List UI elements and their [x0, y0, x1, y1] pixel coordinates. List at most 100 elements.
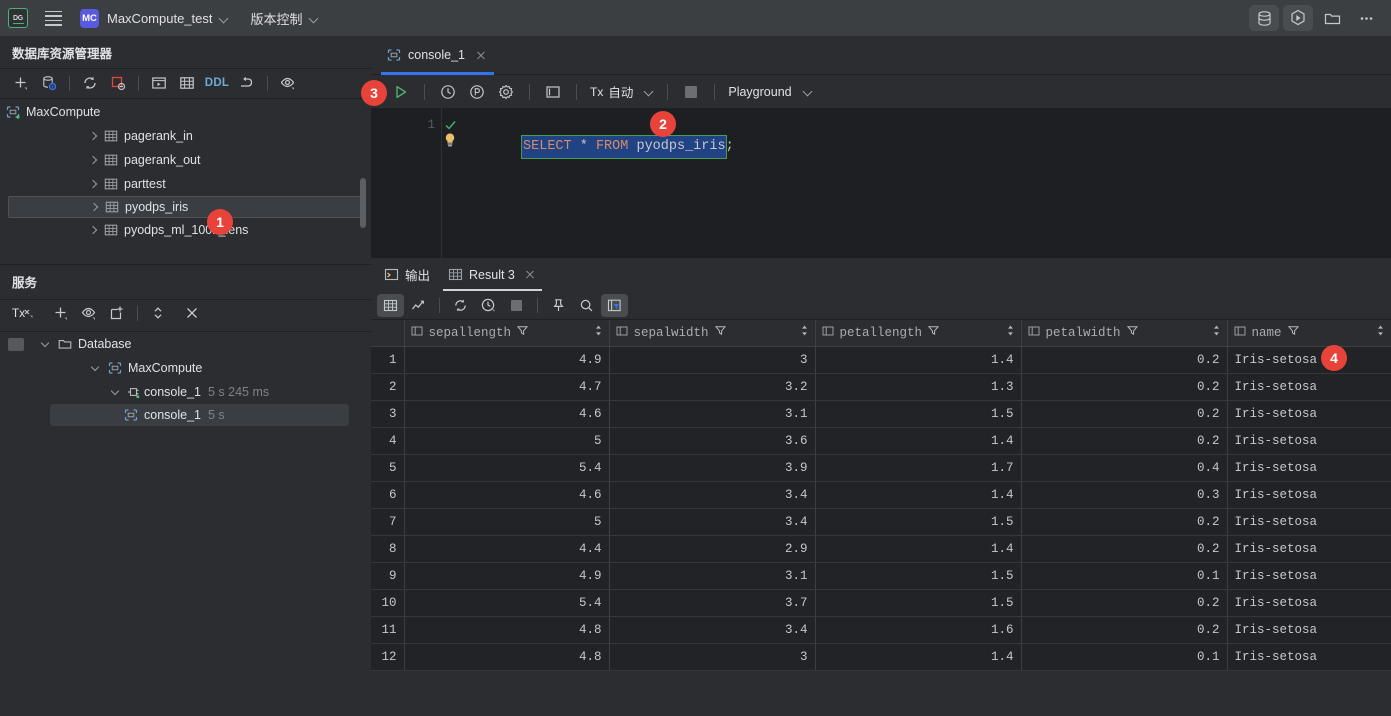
- add-icon[interactable]: [8, 71, 34, 95]
- cell-sepallength[interactable]: 4.6: [404, 400, 609, 427]
- schema-selector[interactable]: Playground: [724, 85, 816, 99]
- more-options-icon[interactable]: [1351, 5, 1381, 31]
- database-tree-scrollbar[interactable]: [360, 178, 366, 228]
- cell-name[interactable]: Iris-setosa: [1227, 589, 1391, 616]
- cell-sepallength[interactable]: 4.7: [404, 373, 609, 400]
- cell-name[interactable]: Iris-setosa: [1227, 346, 1391, 373]
- tab-output[interactable]: 输出: [375, 258, 439, 291]
- chevron-down-icon[interactable]: [38, 342, 52, 346]
- chevron-down-icon[interactable]: [88, 366, 102, 370]
- cell-sepalwidth[interactable]: 3.9: [609, 454, 815, 481]
- cell-sepallength[interactable]: 5.4: [404, 454, 609, 481]
- cell-sepallength[interactable]: 4.9: [404, 346, 609, 373]
- cell-sepallength[interactable]: 5: [404, 427, 609, 454]
- cell-sepalwidth[interactable]: 3.4: [609, 508, 815, 535]
- cell-name[interactable]: Iris-setosa: [1227, 535, 1391, 562]
- table-row[interactable]: 64.63.41.40.3Iris-setosa: [371, 481, 1391, 508]
- cell-petallength[interactable]: 1.6: [815, 616, 1021, 643]
- cell-petalwidth[interactable]: 0.2: [1021, 535, 1227, 562]
- result-grid[interactable]: sepallength sepalwidth: [371, 320, 1391, 716]
- hamburger-icon[interactable]: [36, 0, 70, 36]
- cell-petallength[interactable]: 1.5: [815, 589, 1021, 616]
- cell-sepalwidth[interactable]: 3.6: [609, 427, 815, 454]
- table-row[interactable]: 84.42.91.40.2Iris-setosa: [371, 535, 1391, 562]
- tab-console_1[interactable]: console_1: [371, 36, 498, 75]
- column-header-sepalwidth[interactable]: sepalwidth: [609, 320, 815, 346]
- sidebar-item-pagerank_in[interactable]: pagerank_in: [0, 124, 371, 148]
- grid-view-icon[interactable]: [377, 294, 404, 317]
- cell-petalwidth[interactable]: 0.3: [1021, 481, 1227, 508]
- project-selector[interactable]: MaxCompute_test: [107, 11, 229, 26]
- sql-editor[interactable]: 1 SELECT * FROM pyodps_iris;: [371, 108, 1391, 258]
- tab-result-3[interactable]: Result 3: [439, 258, 546, 291]
- cell-sepalwidth[interactable]: 3.1: [609, 400, 815, 427]
- cell-name[interactable]: Iris-setosa: [1227, 373, 1391, 400]
- cell-name[interactable]: Iris-setosa: [1227, 481, 1391, 508]
- cell-petallength[interactable]: 1.4: [815, 535, 1021, 562]
- cell-petallength[interactable]: 1.4: [815, 346, 1021, 373]
- sort-icon[interactable]: [594, 324, 603, 341]
- table-row[interactable]: 105.43.71.50.2Iris-setosa: [371, 589, 1391, 616]
- table-row[interactable]: 124.831.40.1Iris-setosa: [371, 643, 1391, 670]
- history-icon[interactable]: [434, 79, 462, 105]
- column-header-petalwidth[interactable]: petalwidth: [1021, 320, 1227, 346]
- refresh-icon[interactable]: [77, 71, 103, 95]
- cell-sepallength[interactable]: 4.8: [404, 643, 609, 670]
- cell-name[interactable]: Iris-setosa: [1227, 616, 1391, 643]
- expand-collapse-icon[interactable]: [145, 301, 171, 325]
- cell-sepallength[interactable]: 5.4: [404, 589, 609, 616]
- table-row[interactable]: 753.41.50.2Iris-setosa: [371, 508, 1391, 535]
- cell-sepalwidth[interactable]: 3.1: [609, 562, 815, 589]
- history-icon[interactable]: [475, 294, 502, 317]
- cell-name[interactable]: Iris-setosa: [1227, 400, 1391, 427]
- cell-name[interactable]: Iris-setosa: [1227, 427, 1391, 454]
- table-row[interactable]: 24.73.21.30.2Iris-setosa: [371, 373, 1391, 400]
- data-source-properties-icon[interactable]: [36, 71, 62, 95]
- settings-icon[interactable]: [492, 79, 520, 105]
- cell-sepalwidth[interactable]: 3.4: [609, 481, 815, 508]
- cell-name[interactable]: Iris-setosa: [1227, 454, 1391, 481]
- cell-petalwidth[interactable]: 0.4: [1021, 454, 1227, 481]
- filter-icon[interactable]: [1127, 325, 1138, 340]
- cell-sepalwidth[interactable]: 3.7: [609, 589, 815, 616]
- cell-sepalwidth[interactable]: 3.4: [609, 616, 815, 643]
- cell-petallength[interactable]: 1.4: [815, 427, 1021, 454]
- services-tree-row-connection[interactable]: console_1 5 s 245 ms: [0, 380, 371, 404]
- layout-icon[interactable]: [539, 79, 567, 105]
- column-header-petallength[interactable]: petallength: [815, 320, 1021, 346]
- cell-petalwidth[interactable]: 0.2: [1021, 400, 1227, 427]
- preview-icon[interactable]: [275, 71, 301, 95]
- chevron-right-icon[interactable]: [86, 181, 100, 187]
- table-row[interactable]: 114.83.41.60.2Iris-setosa: [371, 616, 1391, 643]
- cell-petalwidth[interactable]: 0.1: [1021, 643, 1227, 670]
- cell-sepalwidth[interactable]: 3: [609, 346, 815, 373]
- cell-petalwidth[interactable]: 0.2: [1021, 427, 1227, 454]
- chevron-right-icon[interactable]: [87, 204, 101, 210]
- new-tab-icon[interactable]: [104, 301, 130, 325]
- cell-petalwidth[interactable]: 0.2: [1021, 346, 1227, 373]
- sidebar-item-pyodps_iris[interactable]: pyodps_iris: [8, 196, 363, 218]
- filter-icon[interactable]: [715, 325, 726, 340]
- cell-name[interactable]: Iris-setosa: [1227, 643, 1391, 670]
- filter-icon[interactable]: [1288, 325, 1299, 340]
- database-icon[interactable]: [1249, 5, 1279, 31]
- search-icon[interactable]: [573, 294, 600, 317]
- table-editor-icon[interactable]: [174, 71, 200, 95]
- stop-refresh-icon[interactable]: [105, 71, 131, 95]
- cell-sepallength[interactable]: 4.6: [404, 481, 609, 508]
- preview-icon[interactable]: [76, 301, 102, 325]
- table-row[interactable]: 94.93.11.50.1Iris-setosa: [371, 562, 1391, 589]
- services-tree-row-database[interactable]: Database: [0, 332, 371, 356]
- sidebar-item-pyodps_ml_100k_lens[interactable]: pyodps_ml_100k_lens: [0, 218, 371, 242]
- cell-name[interactable]: Iris-setosa: [1227, 562, 1391, 589]
- stop-icon[interactable]: [677, 79, 705, 105]
- sidebar-item-parttest[interactable]: parttest: [0, 172, 371, 196]
- close-icon[interactable]: [474, 48, 488, 62]
- ddl-icon[interactable]: DDL: [202, 71, 232, 95]
- services-tree-row-maxcompute[interactable]: MaxCompute: [0, 356, 371, 380]
- sidebar-item-pagerank_out[interactable]: pagerank_out: [0, 148, 371, 172]
- chevron-down-icon[interactable]: [108, 390, 122, 394]
- refresh-icon[interactable]: [447, 294, 474, 317]
- jump-to-editor-icon[interactable]: [234, 71, 260, 95]
- close-icon[interactable]: [523, 268, 537, 282]
